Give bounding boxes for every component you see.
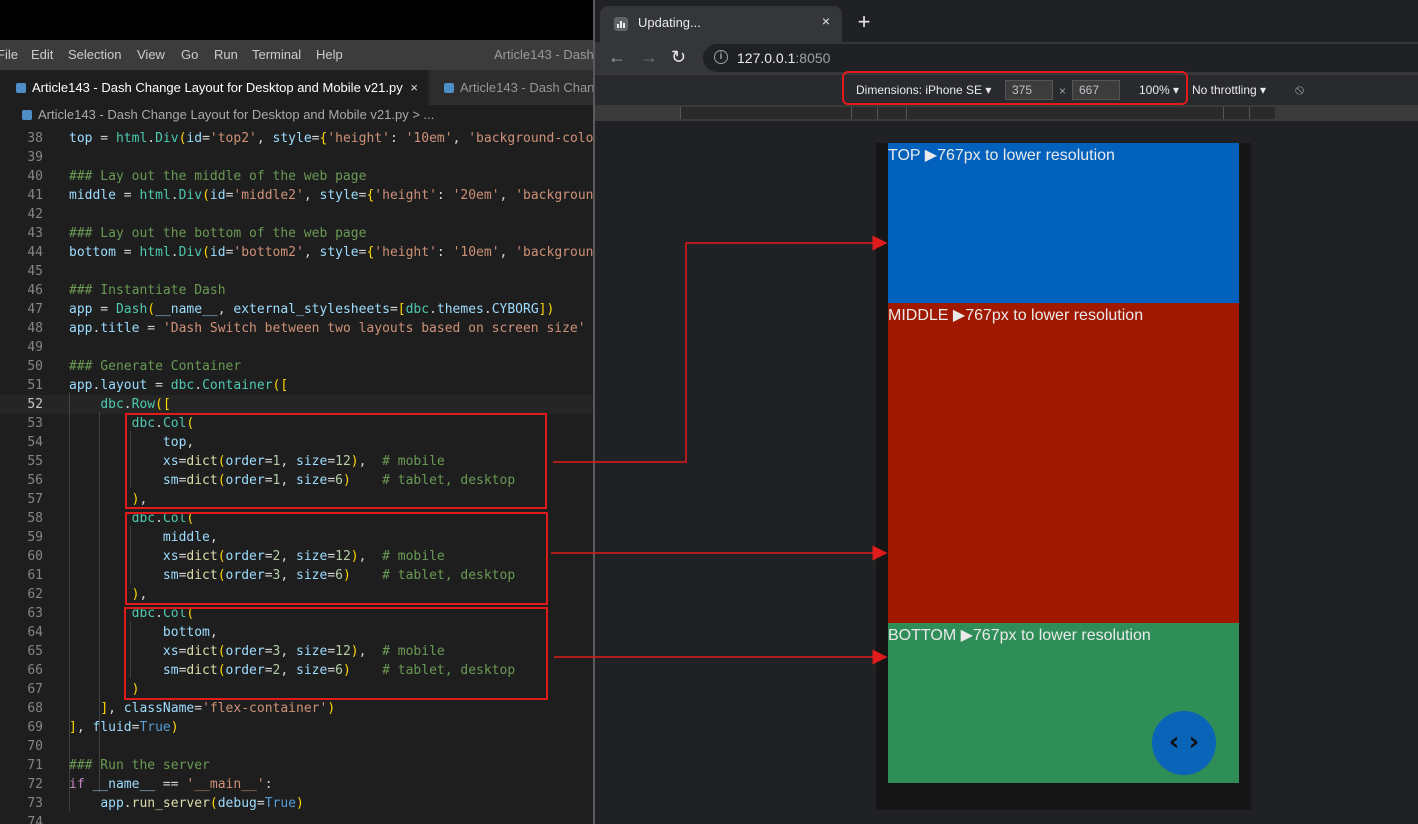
annotation-arrows <box>551 235 888 665</box>
arrow-to-top-section <box>553 235 888 463</box>
